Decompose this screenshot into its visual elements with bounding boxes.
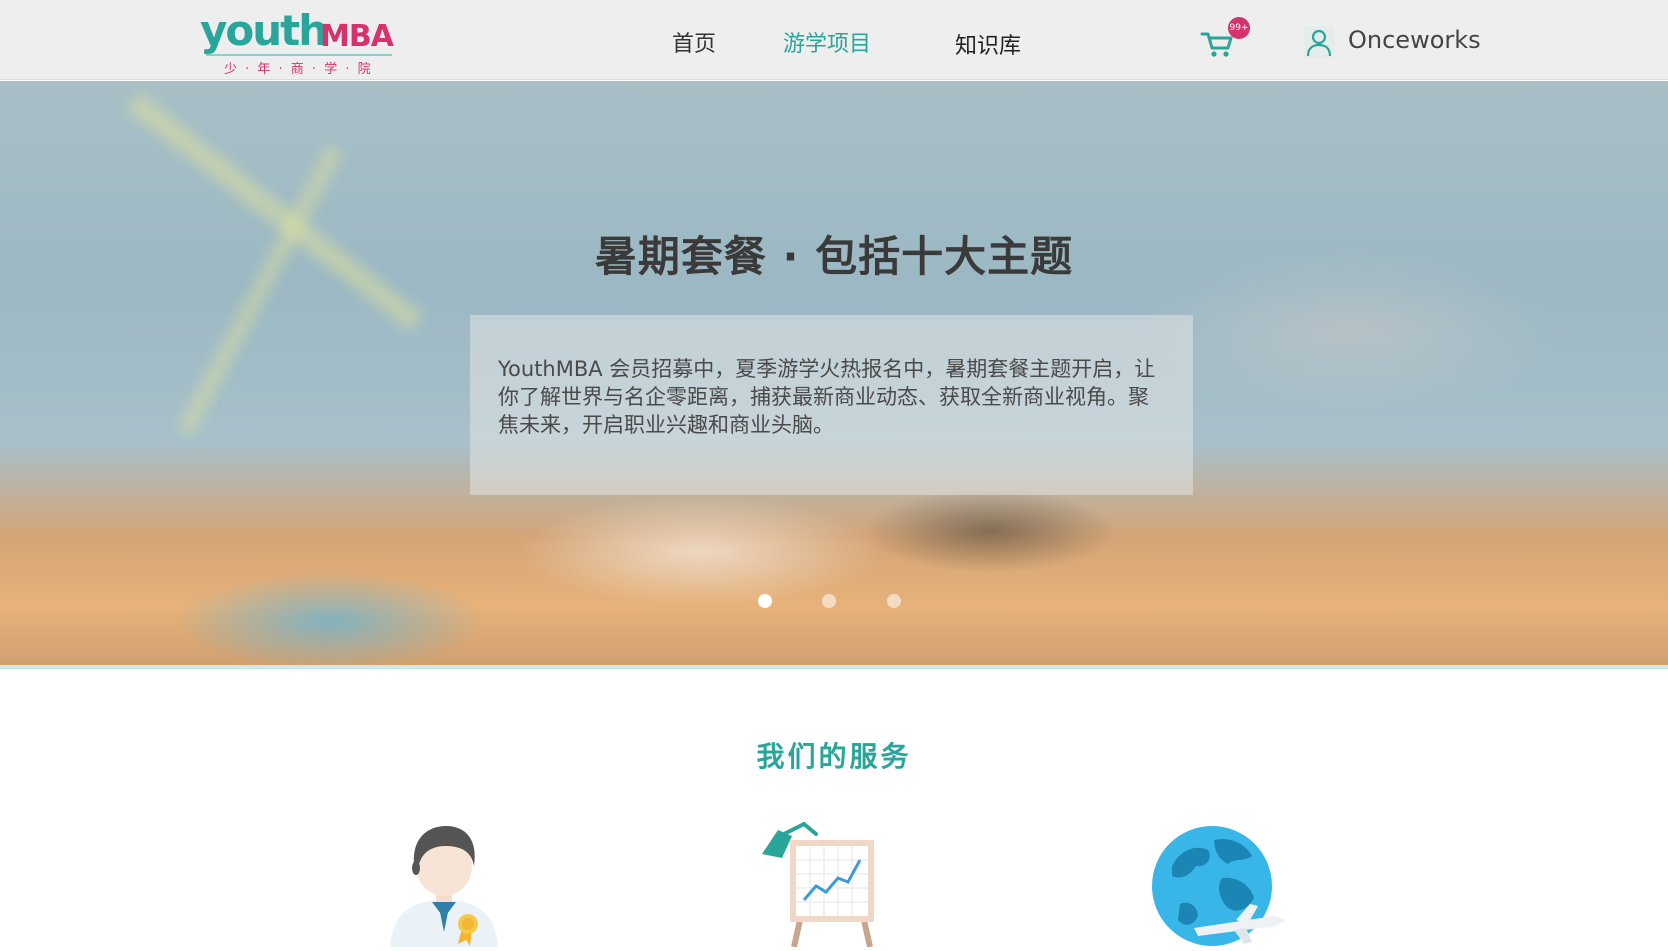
carousel-dot-2[interactable] bbox=[822, 594, 836, 608]
youthmba-logo[interactable]: youth MBA 少 · 年 · 商 · 学 · 院 bbox=[200, 6, 400, 78]
hero-description: YouthMBA 会员招募中，夏季游学火热报名中，暑期套餐主题开启，让你了解世界… bbox=[498, 357, 1156, 437]
carousel-dots bbox=[0, 594, 1668, 610]
nav-study-trips[interactable]: 游学项目 bbox=[783, 26, 871, 58]
carousel-dot-3[interactable] bbox=[887, 594, 901, 608]
hero-banner: 暑期套餐 · 包括十大主题 YouthMBA 会员招募中，夏季游学火热报名中，暑… bbox=[0, 81, 1668, 665]
chart-board-icon[interactable] bbox=[760, 820, 880, 948]
nav-knowledge-base[interactable]: 知识库 bbox=[955, 28, 1021, 60]
logo-wordmark-mba: MBA bbox=[320, 19, 394, 54]
logo-underline bbox=[206, 54, 392, 56]
nav-home[interactable]: 首页 bbox=[672, 26, 716, 58]
user-icon[interactable] bbox=[1304, 26, 1334, 58]
username-label[interactable]: Onceworks bbox=[1348, 26, 1481, 54]
top-header: youth MBA 少 · 年 · 商 · 学 · 院 首页 游学项目 知识库 … bbox=[0, 0, 1668, 80]
carousel-dot-1[interactable] bbox=[758, 594, 772, 608]
cart-badge: 99+ bbox=[1228, 17, 1250, 39]
hero-description-box: YouthMBA 会员招募中，夏季游学火热报名中，暑期套餐主题开启，让你了解世界… bbox=[470, 315, 1193, 495]
services-title: 我们的服务 bbox=[756, 740, 912, 773]
hero-title: 暑期套餐 · 包括十大主题 bbox=[594, 232, 1074, 281]
globe-plane-icon[interactable] bbox=[1150, 820, 1290, 947]
logo-wordmark-youth: youth bbox=[200, 6, 328, 55]
consultant-icon[interactable] bbox=[388, 820, 500, 947]
hero-background-decoration bbox=[126, 92, 424, 332]
logo-subtitle: 少 · 年 · 商 · 学 · 院 bbox=[224, 62, 373, 77]
hero-divider bbox=[0, 665, 1668, 669]
